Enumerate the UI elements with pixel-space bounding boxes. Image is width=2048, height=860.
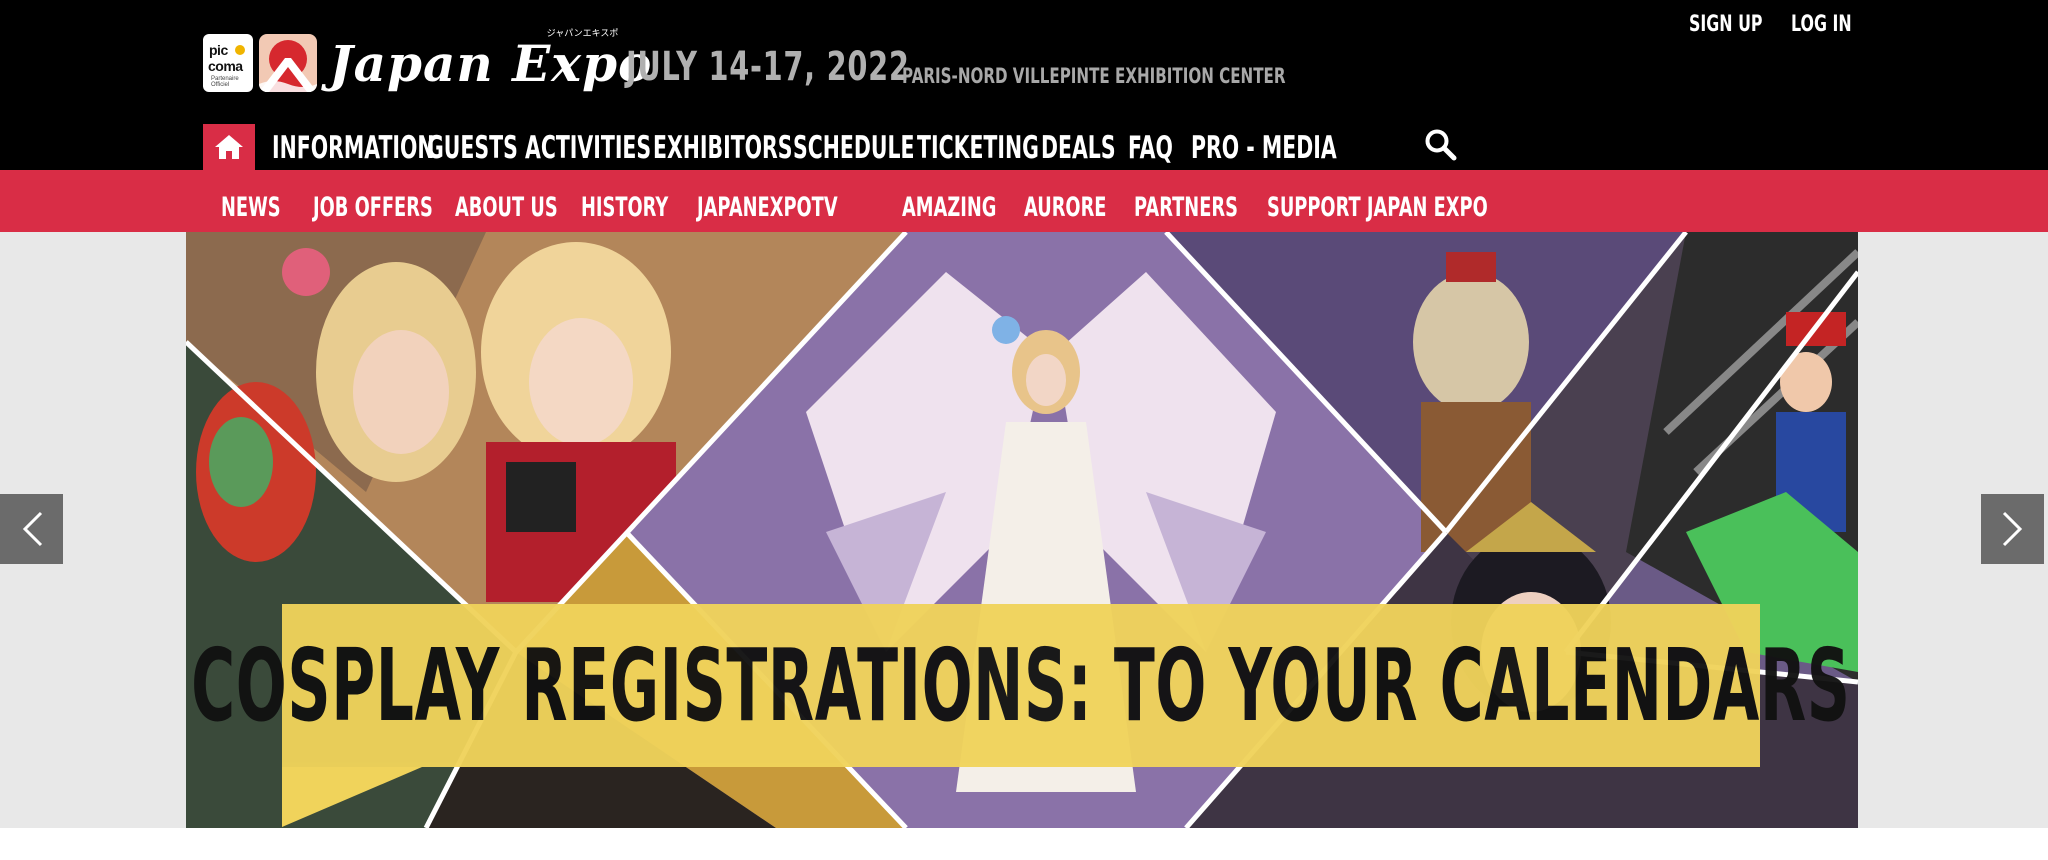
nav-item-activities[interactable]: ACTIVITIES	[525, 130, 651, 166]
search-icon	[1425, 129, 1457, 161]
banner-caption[interactable]: COSPLAY REGISTRATIONS: TO YOUR CALENDARS	[191, 604, 1850, 767]
sub-nav-support-japan-expo[interactable]: SUPPORT JAPAN EXPO	[1267, 192, 1488, 223]
caption-tail-decoration	[282, 767, 422, 827]
nav-item-ticketing[interactable]: TICKETING	[917, 130, 1039, 166]
sub-nav-japanexpotv[interactable]: JAPANEXPOTV	[697, 192, 838, 223]
nav-item-information[interactable]: INFORMATION	[272, 130, 435, 166]
nav-item-deals[interactable]: DEALS	[1041, 130, 1116, 166]
site-logo[interactable]: pic coma Partenaire Officiel ジャパンエキスポ Ja…	[203, 28, 653, 96]
nav-item-guests[interactable]: GUESTS	[427, 130, 518, 166]
nav-item-pro-media[interactable]: PRO - MEDIA	[1191, 130, 1337, 166]
sub-nav-history[interactable]: HISTORY	[581, 192, 668, 223]
mount-fuji-logo-icon	[259, 34, 317, 92]
carousel-next-button[interactable]	[1981, 494, 2044, 564]
japan-expo-wordmark: ジャパンエキスポ Japan Expo	[329, 28, 653, 93]
nav-item-schedule[interactable]: SCHEDULE	[793, 130, 914, 166]
sub-nav-about-us[interactable]: ABOUT US	[455, 192, 558, 223]
search-button[interactable]	[1424, 128, 1458, 162]
nav-item-exhibitors[interactable]: EXHIBITORS	[653, 130, 793, 166]
chevron-left-icon	[22, 511, 42, 547]
home-button[interactable]	[203, 124, 255, 170]
sign-up-link[interactable]: SIGN UP	[1689, 12, 1763, 37]
sub-nav-partners[interactable]: PARTNERS	[1134, 192, 1238, 223]
sub-nav-job-offers[interactable]: JOB OFFERS	[313, 192, 433, 223]
sub-nav-amazing[interactable]: AMAZING	[902, 192, 996, 223]
home-icon	[215, 135, 243, 159]
carousel-prev-button[interactable]	[0, 494, 63, 564]
event-date: JULY 14-17, 2022	[626, 44, 910, 90]
sub-nav-aurore[interactable]: AURORE	[1024, 192, 1106, 223]
nav-item-faq[interactable]: FAQ	[1128, 130, 1173, 166]
sub-nav-news[interactable]: NEWS	[221, 192, 281, 223]
event-venue: PARIS-NORD VILLEPINTE EXHIBITION CENTER	[902, 64, 1286, 88]
secondary-navigation: NEWS JOB OFFERS ABOUT US HISTORY JAPANEX…	[0, 170, 2048, 232]
log-in-link[interactable]: LOG IN	[1791, 12, 1852, 37]
piccoma-partner-logo: pic coma Partenaire Officiel	[203, 34, 253, 92]
page-content-start	[0, 828, 2048, 860]
banner-caption-text: COSPLAY REGISTRATIONS: TO YOUR CALENDARS	[191, 627, 1851, 744]
chevron-right-icon	[2002, 511, 2022, 547]
